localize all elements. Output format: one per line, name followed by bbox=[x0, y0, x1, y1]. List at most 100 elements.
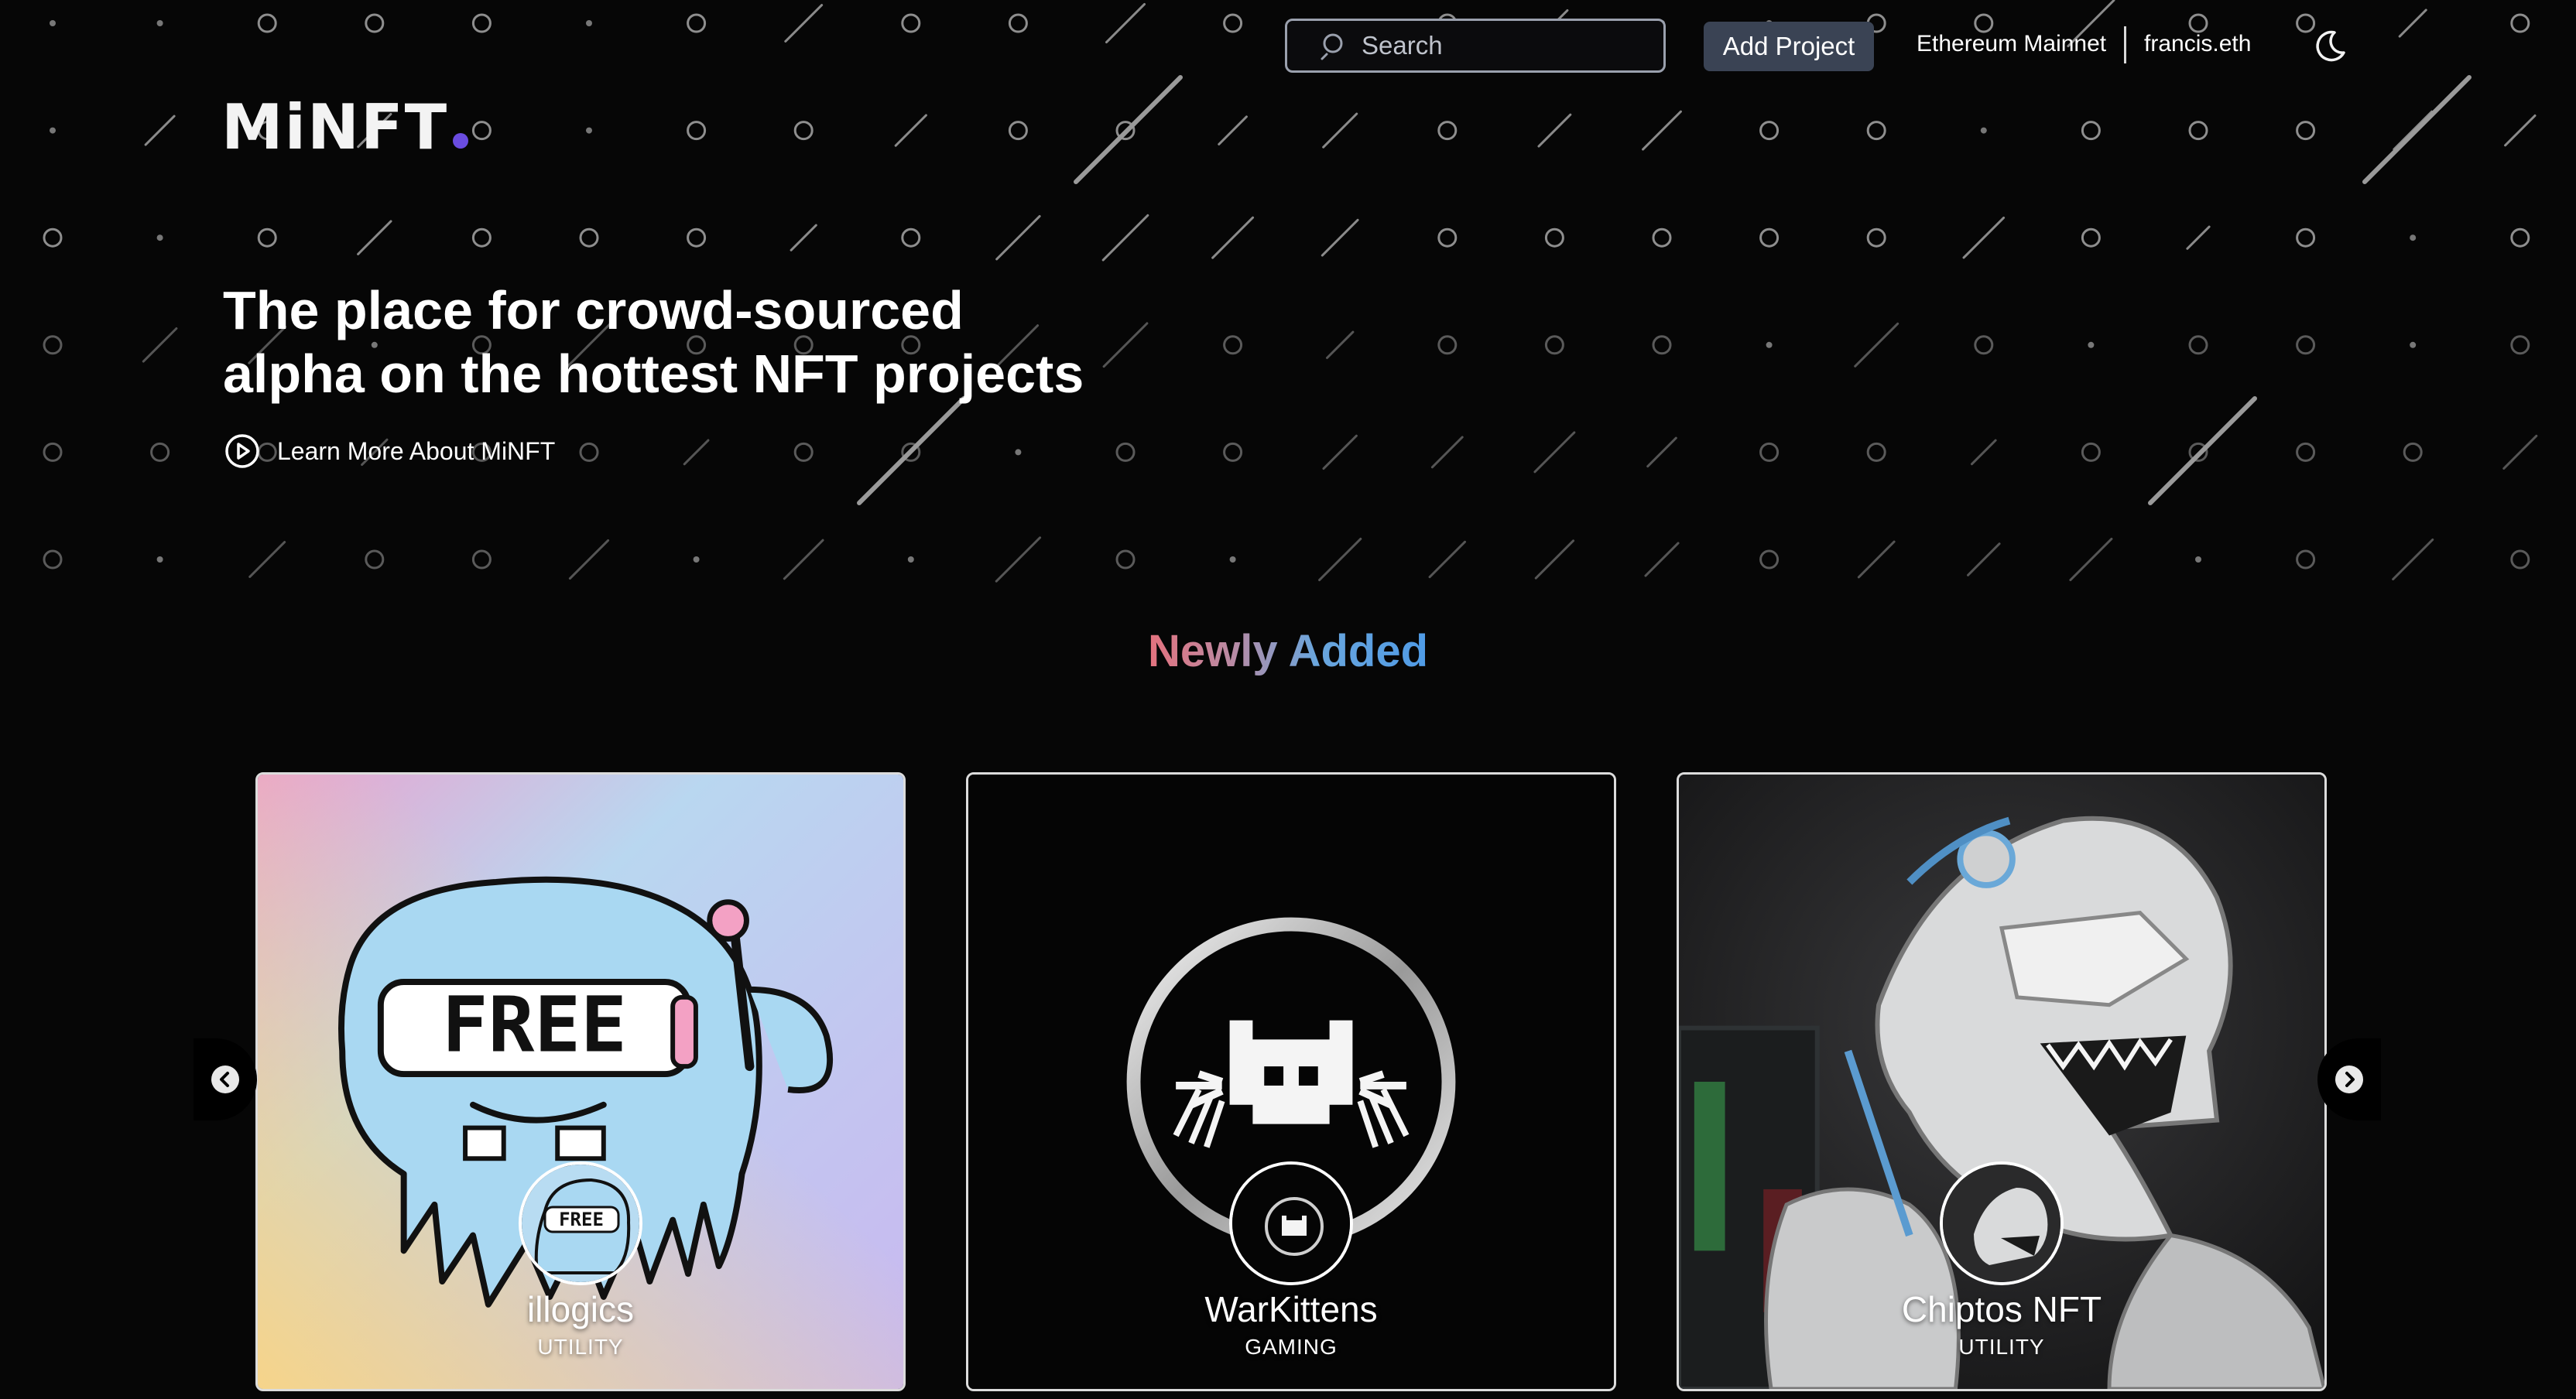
pattern-mark bbox=[144, 115, 176, 146]
project-category: GAMING bbox=[1245, 1335, 1338, 1359]
pattern-mark bbox=[1015, 449, 1022, 456]
pattern-mark bbox=[471, 227, 492, 248]
pattern-mark bbox=[1322, 112, 1358, 149]
pattern-mark bbox=[1322, 434, 1358, 470]
pattern-mark bbox=[1115, 549, 1136, 570]
pattern-mark bbox=[793, 121, 814, 141]
pattern-mark bbox=[1759, 227, 1780, 248]
pattern-mark bbox=[995, 536, 1042, 583]
pattern-mark bbox=[901, 227, 921, 248]
search-box[interactable] bbox=[1285, 19, 1666, 73]
pattern-mark bbox=[1644, 542, 1680, 577]
pattern-mark bbox=[1437, 121, 1458, 141]
pattern-mark bbox=[2188, 335, 2208, 355]
pattern-mark bbox=[1652, 227, 1672, 248]
pattern-mark bbox=[248, 541, 286, 578]
pattern-mark bbox=[907, 556, 914, 563]
pattern-mark bbox=[257, 227, 277, 248]
search-input[interactable] bbox=[1362, 31, 1640, 60]
pattern-mark bbox=[1428, 540, 1467, 579]
pattern-mark bbox=[790, 224, 817, 251]
pattern-mark bbox=[1115, 442, 1136, 462]
hero-title: The place for crowd-sourced alpha on the … bbox=[223, 280, 1084, 404]
pattern-mark bbox=[156, 556, 163, 563]
carousel-next-button[interactable] bbox=[2317, 1038, 2381, 1120]
add-project-button[interactable]: Add Project bbox=[1704, 22, 1874, 71]
project-category: UTILITY bbox=[537, 1335, 624, 1359]
warkittens-avatar bbox=[1229, 1161, 1353, 1285]
pattern-mark bbox=[687, 227, 707, 248]
project-category: UTILITY bbox=[1958, 1335, 2045, 1359]
pattern-mark bbox=[1211, 216, 1255, 259]
pattern-mark bbox=[1866, 227, 1886, 248]
logo-dot bbox=[453, 133, 469, 149]
pattern-mark bbox=[2186, 225, 2211, 250]
pattern-mark bbox=[2510, 227, 2530, 248]
pattern-mark bbox=[586, 127, 592, 134]
section-title-text: Newly Added bbox=[1147, 626, 1429, 676]
pattern-mark bbox=[2188, 121, 2208, 141]
svg-text:FREE: FREE bbox=[559, 1209, 604, 1230]
pattern-mark bbox=[142, 327, 178, 363]
pattern-mark bbox=[2195, 556, 2201, 563]
pattern-mark bbox=[2296, 335, 2316, 355]
network-selector[interactable]: Ethereum Mainnet bbox=[1917, 31, 2106, 57]
pattern-mark bbox=[2510, 335, 2530, 355]
pattern-mark bbox=[2296, 549, 2316, 570]
project-card-illogics[interactable]: FREE FREE illogics UTILITY bbox=[255, 772, 906, 1391]
learn-more-link[interactable]: Learn More About MiNFT bbox=[224, 433, 555, 469]
pattern-mark bbox=[1326, 330, 1355, 359]
pattern-mark bbox=[1962, 216, 2006, 259]
chevron-left-icon bbox=[211, 1065, 239, 1093]
pattern-mark bbox=[687, 121, 707, 141]
pattern-mark bbox=[2410, 234, 2417, 241]
pattern-mark bbox=[1223, 442, 1243, 462]
pattern-mark bbox=[43, 549, 63, 570]
project-carousel: FREE FREE illogics UTILITY WarKittens GA… bbox=[0, 772, 2576, 1399]
pattern-mark bbox=[471, 121, 492, 141]
moon-icon[interactable] bbox=[2311, 28, 2348, 65]
header-divider bbox=[2124, 26, 2126, 63]
illogics-avatar: FREE bbox=[519, 1161, 642, 1285]
project-card-chiptos-nft[interactable]: Chiptos NFT UTILITY bbox=[1677, 772, 2327, 1391]
project-name: illogics bbox=[526, 1289, 635, 1329]
project-card-warkittens[interactable]: WarKittens GAMING bbox=[966, 772, 1616, 1391]
pattern-mark bbox=[783, 539, 824, 580]
pattern-mark bbox=[995, 214, 1041, 261]
pattern-mark bbox=[2296, 227, 2316, 248]
top-navigation-bar: Add Project Ethereum Mainnet francis.eth bbox=[0, 0, 2576, 93]
pattern-mark bbox=[1437, 227, 1458, 248]
pattern-mark bbox=[2081, 121, 2101, 141]
carousel-prev-button[interactable] bbox=[194, 1038, 257, 1120]
account-label[interactable]: francis.eth bbox=[2144, 31, 2251, 57]
logo-text: MiNFT bbox=[221, 91, 449, 163]
pattern-mark bbox=[365, 549, 385, 570]
pattern-mark bbox=[1533, 431, 1576, 474]
pattern-mark bbox=[2403, 442, 2423, 462]
pattern-mark bbox=[1980, 127, 1987, 134]
minft-logo[interactable]: MiNFT bbox=[221, 91, 469, 163]
pattern-mark bbox=[156, 234, 163, 241]
pattern-streak bbox=[2148, 396, 2257, 505]
pattern-mark bbox=[2296, 121, 2316, 141]
pattern-mark bbox=[43, 227, 63, 248]
pattern-mark bbox=[1544, 335, 1564, 355]
pattern-mark bbox=[2502, 434, 2538, 470]
pattern-mark bbox=[683, 439, 710, 466]
pattern-mark bbox=[1218, 115, 1248, 145]
pattern-streak bbox=[2362, 75, 2472, 184]
pattern-mark bbox=[1321, 218, 1359, 257]
pattern-mark bbox=[43, 442, 63, 462]
pattern-mark bbox=[1652, 335, 1672, 355]
pattern-mark bbox=[2510, 549, 2530, 570]
pattern-mark bbox=[2081, 227, 2101, 248]
pattern-mark bbox=[1854, 322, 1899, 368]
pattern-mark bbox=[1759, 121, 1780, 141]
chiptos-avatar bbox=[1940, 1161, 2064, 1285]
pattern-mark bbox=[2392, 538, 2434, 581]
pattern-mark bbox=[1967, 542, 2001, 576]
pattern-mark bbox=[579, 442, 599, 462]
pattern-mark bbox=[1759, 442, 1780, 462]
pattern-mark bbox=[1437, 335, 1458, 355]
pattern-mark bbox=[1646, 436, 1677, 468]
